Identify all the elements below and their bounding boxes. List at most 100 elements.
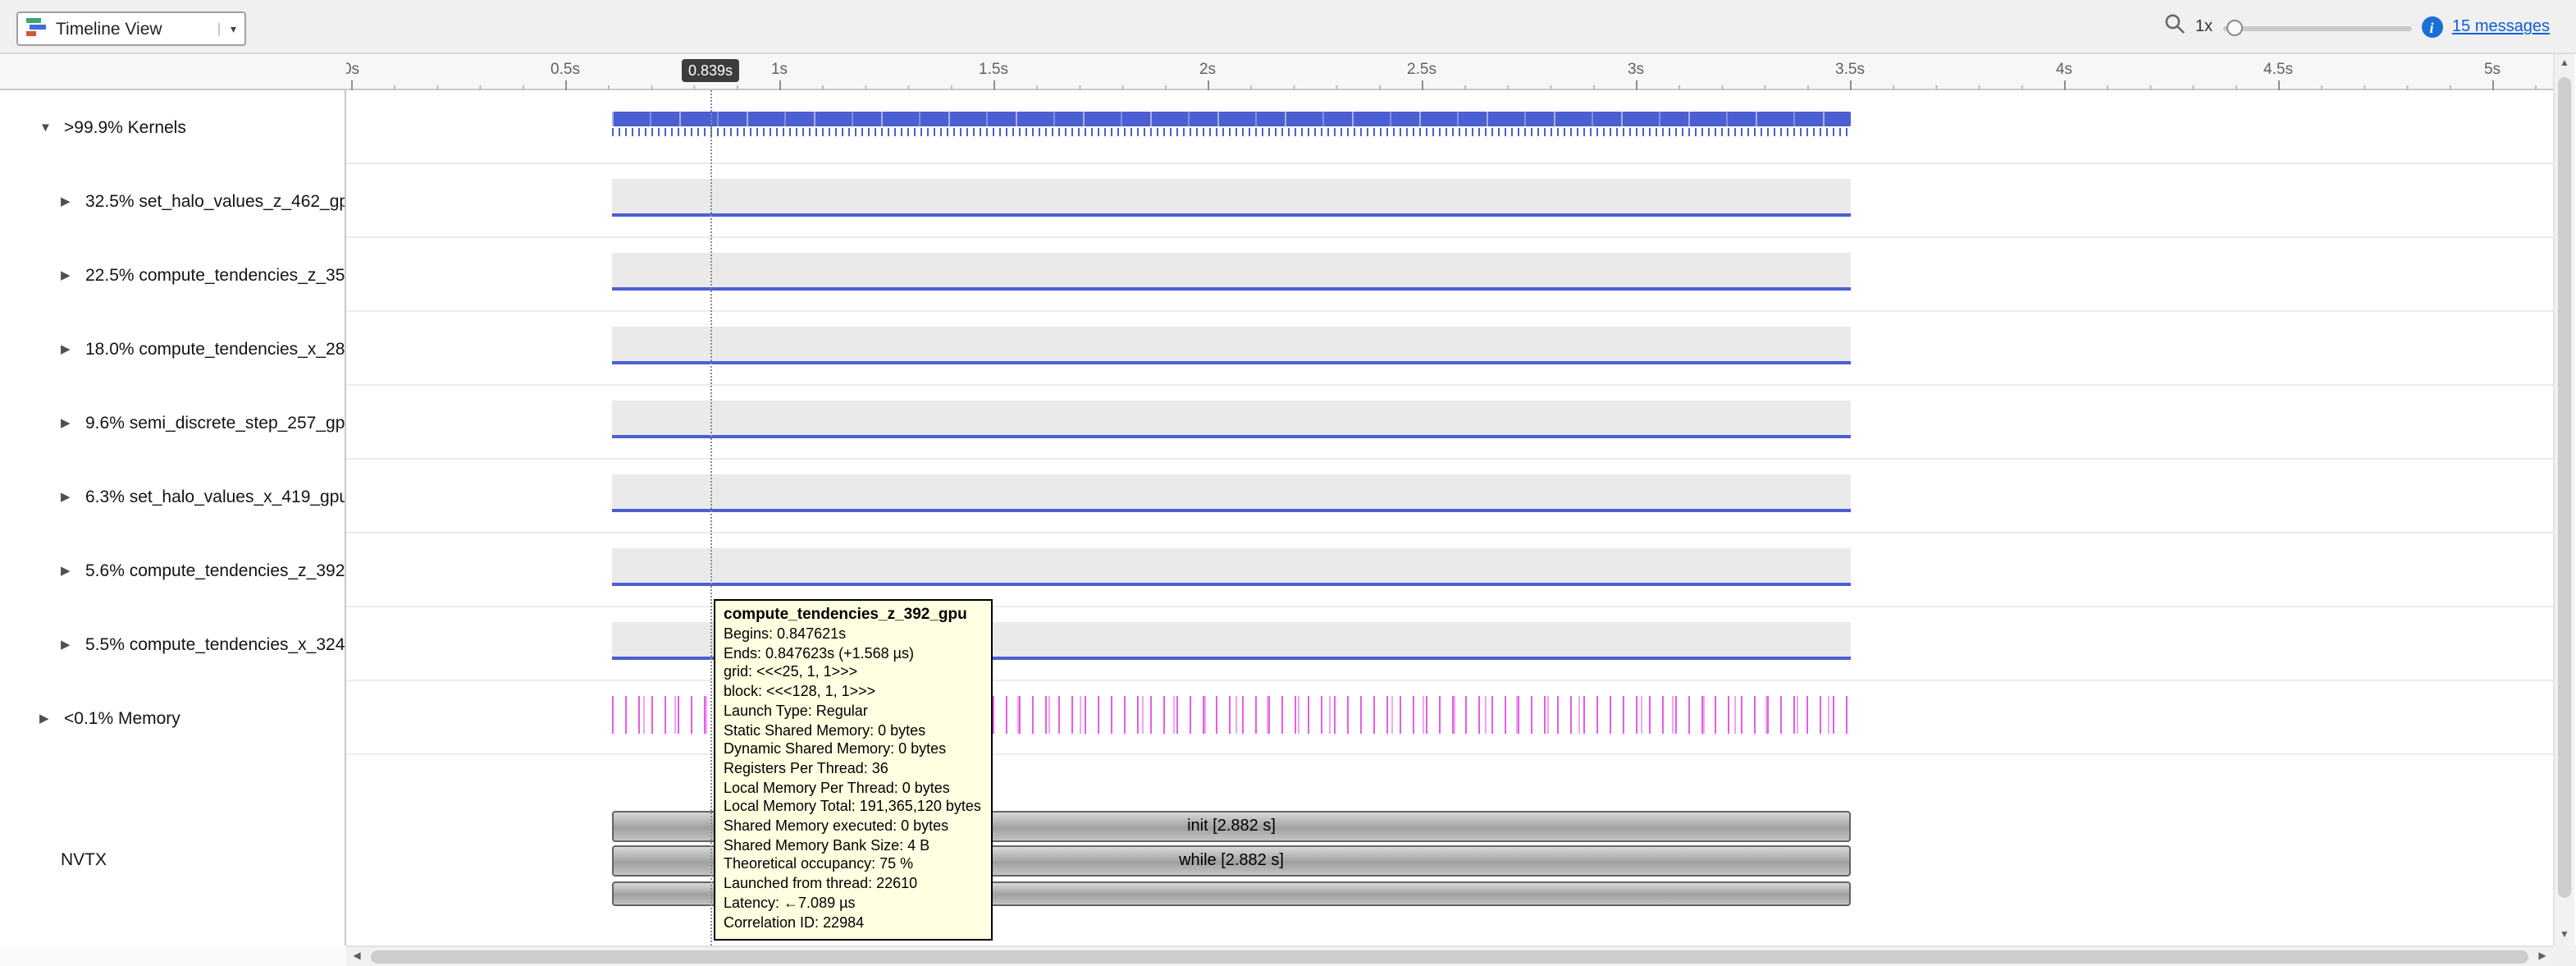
kernel-activity-band[interactable] (612, 253, 1851, 291)
zoom-slider-thumb[interactable] (2226, 19, 2242, 35)
timeline-row-kernel[interactable] (346, 164, 2553, 238)
tooltip-title: compute_tendencies_z_392_gpu (724, 606, 981, 625)
nsight-systems-timeline-window: Timeline View ▾ 1x i 15 messages 0s 0.5s (0, 0, 2576, 966)
tooltip-line: Local Memory Per Thread: 0 bytes (724, 779, 981, 798)
timeline-row-kernel[interactable] (346, 460, 2553, 533)
tooltip-line: Dynamic Shared Memory: 0 bytes (724, 740, 981, 759)
timeline-row-memory[interactable] (346, 681, 2553, 755)
kernel-instances-line (612, 287, 1851, 291)
kernel-instances-line (612, 509, 1851, 512)
tooltip-line: Launched from thread: 22610 (724, 875, 981, 894)
view-selector-dropdown[interactable]: Timeline View ▾ (16, 11, 246, 46)
tree-row-label: 32.5% set_halo_values_z_462_gpu (85, 191, 346, 211)
expander-right-icon[interactable]: ▶ (61, 194, 75, 208)
tooltip-line: Shared Memory Bank Size: 4 B (724, 836, 981, 855)
tick-label: 2s (1199, 61, 1216, 79)
tree-row-label: 9.6% semi_discrete_step_257_gpu (85, 413, 346, 433)
zoom-level-label: 1x (2195, 18, 2213, 36)
tree-row-kernels[interactable]: ▼ >99.9% Kernels (0, 90, 345, 164)
scroll-down-icon[interactable]: ▼ (2555, 925, 2574, 945)
timeline-row-kernels-summary[interactable] (346, 90, 2553, 164)
tree-row-kernel-7[interactable]: ▶ 5.5% compute_tendencies_x_324_gpu (0, 607, 345, 681)
kernel-instances-line (612, 213, 1851, 217)
horizontal-scrollbar-thumb[interactable] (371, 950, 2528, 963)
tree-row-kernel-2[interactable]: ▶ 22.5% compute_tendencies_z_354_gpu (0, 238, 345, 312)
scroll-right-icon[interactable]: ▶ (2532, 946, 2553, 966)
tooltip-line: Begins: 0.847621s (724, 625, 981, 644)
magnifier-icon (2164, 12, 2185, 42)
tree-row-label: 22.5% compute_tendencies_z_354_gpu (85, 265, 346, 285)
expander-right-icon[interactable]: ▶ (61, 489, 75, 504)
tick-label: 2.5s (1407, 61, 1436, 79)
expander-right-icon[interactable]: ▶ (61, 341, 75, 356)
messages-link[interactable]: 15 messages (2452, 18, 2550, 36)
tree-row-kernel-3[interactable]: ▶ 18.0% compute_tendencies_x_286_gpu (0, 312, 345, 386)
expander-right-icon[interactable]: ▶ (61, 563, 75, 578)
timeline-row-kernel[interactable] (346, 312, 2553, 386)
tree-row-label: 6.3% set_halo_values_x_419_gpu (85, 487, 346, 506)
kernel-activity-band[interactable] (612, 401, 1851, 438)
tree-row-memory[interactable]: ▶ <0.1% Memory (0, 681, 345, 755)
zoom-slider[interactable] (2222, 16, 2411, 39)
tree-row-kernel-5[interactable]: ▶ 6.3% set_halo_values_x_419_gpu (0, 460, 345, 533)
tick-label: 3s (1628, 61, 1644, 79)
tick-label: 4.5s (2263, 61, 2293, 79)
ruler-row: 0s 0.5s 1s 1.5s 2s 2.5s 3s 3.5s 4s 4.5s … (0, 54, 2553, 90)
tree-row-label: 5.5% compute_tendencies_x_324_gpu (85, 634, 346, 654)
time-ruler[interactable]: 0s 0.5s 1s 1.5s 2s 2.5s 3s 3.5s 4s 4.5s … (346, 54, 2553, 90)
kernel-instances-line (612, 583, 1851, 586)
tick-label: 4s (2056, 61, 2072, 79)
info-icon[interactable]: i (2421, 16, 2442, 38)
tree-row-kernel-6[interactable]: ▶ 5.6% compute_tendencies_z_392_gpu (0, 533, 345, 607)
vertical-scrollbar-thumb[interactable] (2558, 77, 2571, 898)
expander-right-icon[interactable]: ▶ (61, 415, 75, 430)
kernels-summary-ticks (612, 128, 1851, 136)
toolbar-right-group: 1x i 15 messages (2164, 0, 2550, 54)
kernels-summary-bar[interactable] (612, 112, 1851, 126)
expander-down-icon[interactable]: ▼ (39, 120, 54, 135)
timeline-row-kernel[interactable] (346, 533, 2553, 607)
tree-row-kernel-4[interactable]: ▶ 9.6% semi_discrete_step_257_gpu (0, 386, 345, 460)
expander-right-icon[interactable]: ▶ (61, 637, 75, 652)
scroll-up-icon[interactable]: ▲ (2555, 54, 2574, 74)
cursor-line (710, 90, 712, 945)
vertical-scrollbar[interactable]: ▲ ▼ (2553, 54, 2574, 945)
tooltip-line: Launch Type: Regular (724, 703, 981, 721)
timeline-row-kernel[interactable] (346, 238, 2553, 312)
tooltip-line: Local Memory Total: 191,365,120 bytes (724, 799, 981, 817)
timeline-canvas[interactable]: init [2.882 s] while [2.882 s] compute_t… (346, 90, 2553, 945)
tooltip-line: Ends: 0.847623s (+1.568 µs) (724, 644, 981, 663)
tooltip-line: Registers Per Thread: 36 (724, 760, 981, 779)
zoom-slider-track (2222, 25, 2411, 30)
toolbar: Timeline View ▾ 1x i 15 messages (0, 0, 2576, 54)
tooltip-line: block: <<<128, 1, 1>>> (724, 683, 981, 702)
kernel-tooltip: compute_tendencies_z_392_gpu Begins: 0.8… (714, 599, 993, 941)
tooltip-line: Static Shared Memory: 0 bytes (724, 721, 981, 740)
bottom-left-strip (0, 945, 346, 966)
kernel-activity-band[interactable] (612, 179, 1851, 217)
tree-row-nvtx[interactable]: NVTX (61, 850, 107, 870)
tick-label: 0.5s (550, 61, 580, 79)
kernel-activity-band[interactable] (612, 327, 1851, 364)
tick-label: 3.5s (1835, 61, 1865, 79)
kernel-activity-band[interactable] (612, 548, 1851, 586)
tick-label: 5s (2484, 61, 2501, 79)
cursor-time-badge: 0.839s (682, 59, 739, 82)
scroll-left-icon[interactable]: ◀ (346, 946, 368, 966)
ruler-tickmarks (346, 54, 2553, 90)
tooltip-line: Shared Memory executed: 0 bytes (724, 817, 981, 836)
tooltip-line: grid: <<<25, 1, 1>>> (724, 664, 981, 683)
chevron-down-icon: ▾ (219, 22, 236, 35)
tree-row-kernel-1[interactable]: ▶ 32.5% set_halo_values_z_462_gpu (0, 164, 345, 238)
expander-right-icon[interactable]: ▶ (61, 268, 75, 282)
tree-row-label: 5.6% compute_tendencies_z_392_gpu (85, 561, 346, 580)
timeline-row-kernel[interactable] (346, 386, 2553, 460)
kernel-instances-line (612, 361, 1851, 364)
tooltip-line: Correlation ID: 22984 (724, 913, 981, 932)
expander-right-icon[interactable]: ▶ (39, 711, 54, 726)
kernel-activity-band[interactable] (612, 474, 1851, 512)
tooltip-line: Latency: ←7.089 µs (724, 895, 981, 913)
timeline-row-kernel[interactable] (346, 607, 2553, 681)
timeline-view-icon (26, 16, 46, 41)
horizontal-scrollbar[interactable]: ◀ ▶ (346, 945, 2553, 966)
